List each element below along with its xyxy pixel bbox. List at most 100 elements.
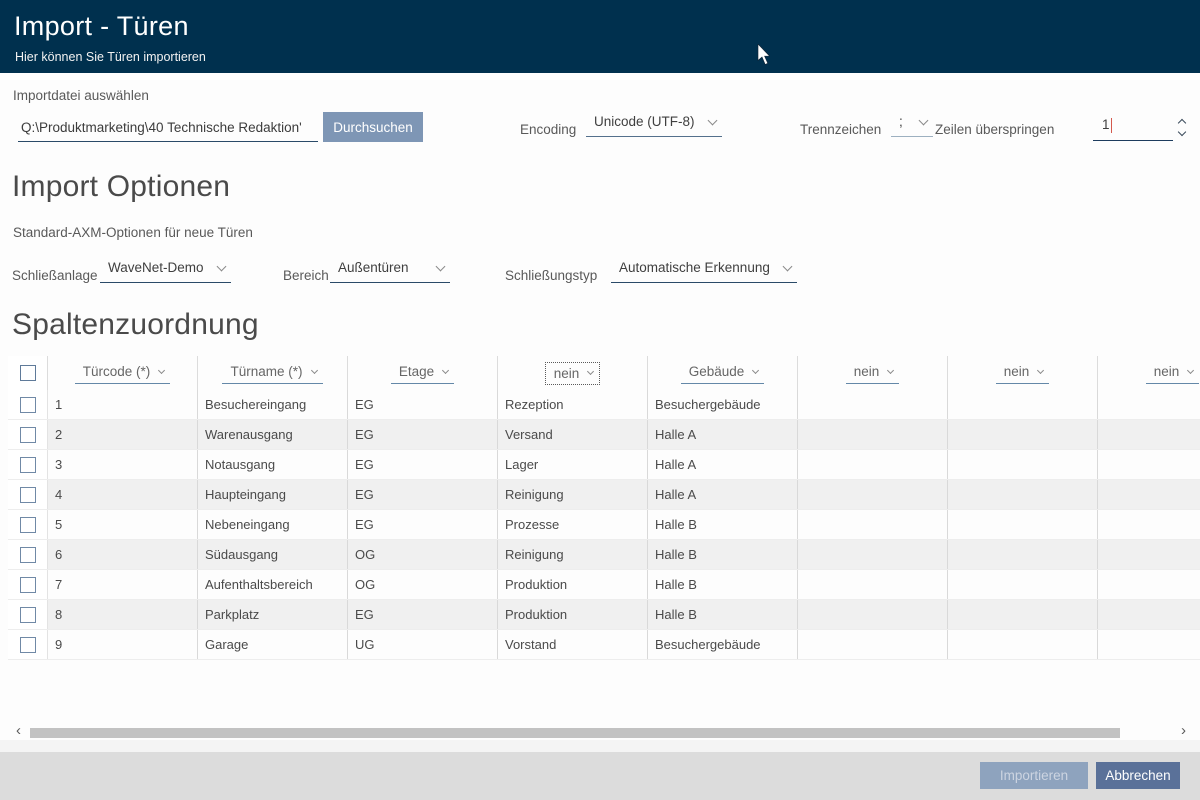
locking-system-label: Schließanlage: [12, 268, 98, 283]
table-cell: Reinigung: [498, 540, 648, 569]
delimiter-select[interactable]: ;: [891, 114, 933, 137]
table-cell: [948, 390, 1098, 419]
table-cell: Prozesse: [498, 510, 648, 539]
table-row: 7AufenthaltsbereichOGProduktionHalle B: [8, 570, 1200, 600]
table-cell: Aufenthaltsbereich: [198, 570, 348, 599]
skip-rows-label: Zeilen überspringen: [935, 122, 1054, 137]
row-checkbox[interactable]: [20, 577, 36, 593]
header-checkbox-cell: [8, 356, 48, 390]
footer-divider: [0, 740, 1200, 752]
column-mapping-value: Gebäude: [689, 364, 745, 379]
row-checkbox[interactable]: [20, 427, 36, 443]
table-cell: EG: [348, 390, 498, 419]
table-cell: Rezeption: [498, 390, 648, 419]
table-cell: [1098, 630, 1200, 659]
locking-system-select[interactable]: WaveNet-Demo: [100, 260, 231, 283]
column-header-5: Gebäude: [648, 356, 798, 390]
cancel-button[interactable]: Abbrechen: [1096, 762, 1180, 789]
chevron-down-icon: [708, 115, 718, 125]
column-mapping-value: Etage: [399, 364, 434, 379]
table-cell: [798, 450, 948, 479]
row-checkbox-cell: [8, 510, 48, 539]
scrollbar-left-arrow[interactable]: ‹: [16, 722, 21, 739]
chevron-down-icon: [310, 366, 317, 373]
scrollbar-thumb[interactable]: [30, 728, 1120, 738]
column-mapping-select[interactable]: Türname (*): [222, 362, 322, 384]
table-cell: EG: [348, 420, 498, 449]
table-cell: Südausgang: [198, 540, 348, 569]
table-cell: Parkplatz: [198, 600, 348, 629]
column-mapping-value: Türcode (*): [83, 364, 151, 379]
browse-button[interactable]: Durchsuchen: [323, 112, 423, 142]
table-cell: 7: [48, 570, 198, 599]
column-mapping-select[interactable]: Gebäude: [681, 362, 765, 384]
table-cell: [1098, 390, 1200, 419]
column-mapping-select[interactable]: nein: [846, 362, 900, 384]
table-cell: [1098, 420, 1200, 449]
table-cell: [798, 540, 948, 569]
stepper-down-button[interactable]: [1175, 127, 1189, 139]
table-cell: Halle A: [648, 480, 798, 509]
import-doors-window: Import - Türen Hier können Sie Türen imp…: [0, 0, 1200, 800]
table-cell: Halle B: [648, 510, 798, 539]
encoding-select[interactable]: Unicode (UTF-8): [586, 114, 722, 137]
table-cell: 2: [48, 420, 198, 449]
table-cell: 9: [48, 630, 198, 659]
table-cell: [798, 420, 948, 449]
column-mapping-select[interactable]: nein: [545, 362, 601, 385]
table-cell: Vorstand: [498, 630, 648, 659]
chevron-down-icon: [436, 261, 446, 271]
table-cell: EG: [348, 600, 498, 629]
table-cell: UG: [348, 630, 498, 659]
column-mapping-select[interactable]: nein: [996, 362, 1050, 384]
stepper-up-button[interactable]: [1175, 115, 1189, 127]
select-all-checkbox[interactable]: [20, 365, 36, 381]
column-mapping-value: nein: [1154, 364, 1180, 379]
row-checkbox[interactable]: [20, 487, 36, 503]
row-checkbox-cell: [8, 480, 48, 509]
column-header-7: nein: [948, 356, 1098, 390]
delimiter-label: Trennzeichen: [800, 122, 881, 137]
row-checkbox[interactable]: [20, 397, 36, 413]
column-header-4: nein: [498, 356, 648, 390]
table-row: 3NotausgangEGLagerHalle A: [8, 450, 1200, 480]
skip-rows-stepper: [1172, 112, 1192, 142]
lock-type-value: Automatische Erkennung: [619, 260, 770, 275]
table-cell: [1098, 540, 1200, 569]
table-cell: [798, 600, 948, 629]
area-select[interactable]: Außentüren: [330, 260, 450, 283]
column-mapping-select[interactable]: Etage: [391, 362, 454, 384]
table-cell: Halle B: [648, 570, 798, 599]
table-cell: [948, 510, 1098, 539]
lock-type-label: Schließungstyp: [505, 268, 597, 283]
table-row: 2WarenausgangEGVersandHalle A: [8, 420, 1200, 450]
table-cell: [1098, 450, 1200, 479]
table-cell: [798, 510, 948, 539]
table-cell: Notausgang: [198, 450, 348, 479]
lock-type-select[interactable]: Automatische Erkennung: [611, 260, 797, 283]
window-header: Import - Türen Hier können Sie Türen imp…: [0, 0, 1200, 73]
row-checkbox[interactable]: [20, 637, 36, 653]
skip-rows-input[interactable]: 1: [1093, 114, 1173, 141]
column-header-3: Etage: [348, 356, 498, 390]
chevron-down-icon: [442, 366, 449, 373]
column-mapping-select[interactable]: Türcode (*): [75, 362, 171, 384]
row-checkbox[interactable]: [20, 517, 36, 533]
column-mapping-value: nein: [554, 366, 580, 381]
scrollbar-right-arrow[interactable]: ›: [1181, 722, 1186, 739]
column-mapping-heading: Spaltenzuordnung: [12, 308, 259, 342]
table-cell: [948, 540, 1098, 569]
table-row: 9GarageUGVorstandBesuchergebäude: [8, 630, 1200, 660]
table-cell: OG: [348, 570, 498, 599]
table-cell: Halle A: [648, 450, 798, 479]
row-checkbox[interactable]: [20, 607, 36, 623]
row-checkbox-cell: [8, 600, 48, 629]
row-checkbox[interactable]: [20, 457, 36, 473]
column-mapping-select[interactable]: nein: [1146, 362, 1200, 384]
table-cell: [798, 480, 948, 509]
table-cell: Produktion: [498, 600, 648, 629]
import-file-path-input[interactable]: [18, 114, 318, 142]
row-checkbox[interactable]: [20, 547, 36, 563]
import-button[interactable]: Importieren: [980, 762, 1088, 789]
page-subtitle: Hier können Sie Türen importieren: [15, 50, 206, 64]
